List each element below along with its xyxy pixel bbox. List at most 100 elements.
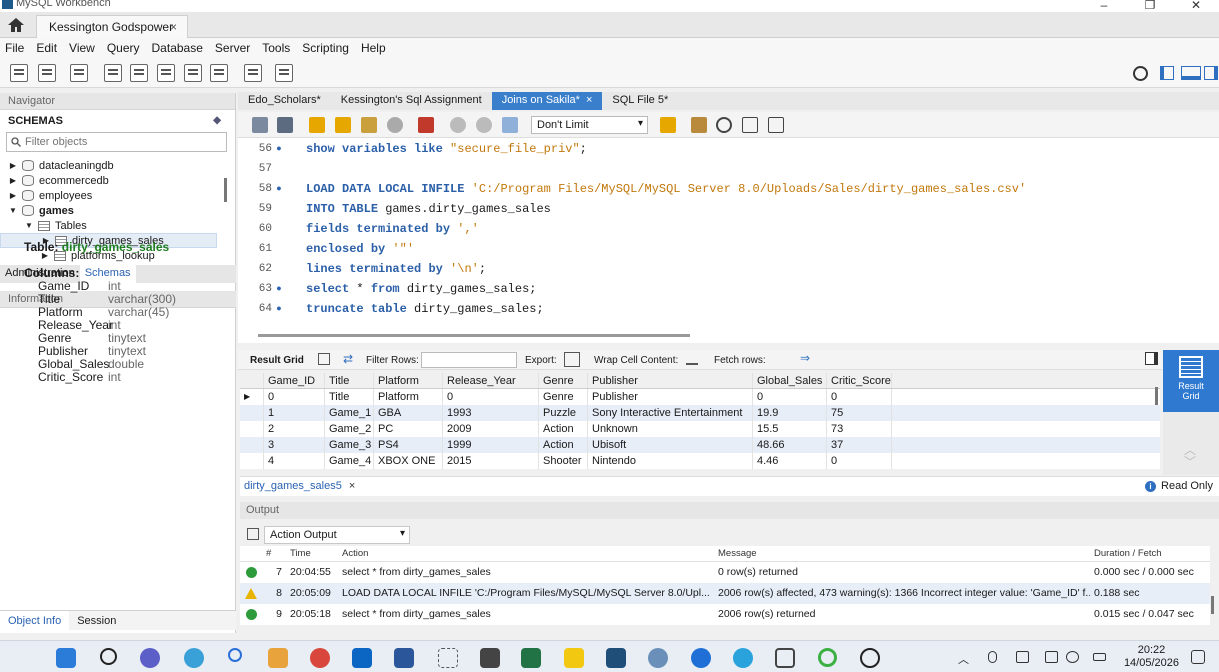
toggle-output-icon[interactable] (1181, 66, 1201, 80)
excel-icon[interactable] (521, 648, 541, 668)
grid-cell[interactable]: Game_3 (325, 437, 374, 453)
battery-icon[interactable] (1093, 653, 1106, 661)
grid-cell[interactable]: 19.9 (753, 405, 827, 421)
minimize-button[interactable]: – (1081, 0, 1127, 12)
grid-cell[interactable]: Action (539, 421, 588, 437)
close-icon[interactable]: × (349, 480, 355, 492)
grid-cell[interactable]: Platform (374, 389, 443, 405)
grid-cell[interactable]: PC (374, 421, 443, 437)
grid-view-icon[interactable] (318, 353, 330, 365)
output-row[interactable]: 7 20:04:55 select * from dirty_games_sales… (240, 562, 1210, 583)
clock[interactable]: 20:22 14/05/2026 (1124, 644, 1179, 670)
sql-tab[interactable]: Edo_Scholars* (238, 92, 331, 110)
chrome-icon[interactable] (310, 648, 330, 668)
code-line[interactable]: 58 ● LOAD DATA LOCAL INFILE 'C:/Program Fi… (238, 179, 1219, 199)
create-function-icon[interactable] (210, 64, 228, 82)
code-line[interactable]: 57 (238, 159, 1219, 179)
grid-cell[interactable]: 0 (753, 389, 827, 405)
grid-cell[interactable]: 1999 (443, 437, 539, 453)
execute-current-icon[interactable] (335, 117, 351, 133)
autocommit-icon[interactable] (502, 117, 518, 133)
create-schema-icon[interactable] (104, 64, 122, 82)
open-file-icon[interactable] (252, 117, 268, 133)
web-search-icon[interactable] (228, 648, 242, 662)
grid-cell[interactable]: 0 (264, 389, 325, 405)
menu-file[interactable]: File (5, 38, 30, 58)
rollback-icon[interactable] (476, 117, 492, 133)
result-grid[interactable]: Game_ID Title Platform Release_Year Genre Pub… (240, 373, 1160, 469)
output-vscrollbar[interactable] (1211, 596, 1214, 614)
grid-cell[interactable]: Unknown (588, 421, 753, 437)
table-row[interactable]: 3 Game_3 PS4 1999 Action Ubisoft 48.66 37 (240, 437, 1160, 453)
reconnect-icon[interactable] (275, 64, 293, 82)
tree-item[interactable]: ▶ datacleaningdb (0, 158, 217, 173)
new-sql-tab-icon[interactable] (10, 64, 28, 82)
grid-column-header[interactable]: Platform (374, 373, 443, 388)
menu-server[interactable]: Server (215, 38, 256, 58)
bluetooth-icon[interactable] (691, 648, 711, 668)
filter-rows-input[interactable] (421, 352, 517, 368)
output-column-header[interactable]: Message (714, 546, 1090, 561)
grid-cell[interactable]: 1 (264, 405, 325, 421)
code-line[interactable]: 63 ● select * from dirty_games_sales; (238, 279, 1219, 299)
create-procedure-icon[interactable] (184, 64, 202, 82)
mysql-workbench-icon[interactable] (648, 648, 668, 668)
sql-editor[interactable]: 56 ● show variables like "secure_file_priv… (238, 138, 1219, 343)
tree-item[interactable]: ▼ Tables (0, 218, 217, 233)
remote-desktop-icon[interactable] (775, 648, 795, 668)
code-line[interactable]: 56 ● show variables like "secure_file_priv… (238, 139, 1219, 159)
linkedin-icon[interactable] (352, 648, 372, 668)
collapsed-arrow-icon[interactable]: ▶ (8, 191, 18, 200)
grid-cell[interactable]: 0 (827, 453, 892, 469)
volume-icon[interactable] (1066, 651, 1079, 663)
commit-icon[interactable] (450, 117, 466, 133)
grid-cell[interactable]: Genre (539, 389, 588, 405)
grid-column-header[interactable]: Publisher (588, 373, 753, 388)
toggle-error-icon[interactable] (418, 117, 434, 133)
file-explorer-icon[interactable] (268, 648, 288, 668)
expanded-arrow-icon[interactable]: ▼ (24, 221, 34, 230)
grid-cell[interactable]: Ubisoft (588, 437, 753, 453)
tree-scrollbar[interactable] (224, 178, 227, 202)
sql-server-icon[interactable] (606, 648, 626, 668)
grid-cell[interactable]: Action (539, 437, 588, 453)
grid-cell[interactable]: GBA (374, 405, 443, 421)
grid-cell[interactable]: 0 (443, 389, 539, 405)
code-line[interactable]: 61 enclosed by '"' (238, 239, 1219, 259)
output-column-header[interactable]: # (262, 546, 286, 561)
menu-query[interactable]: Query (107, 38, 146, 58)
grid-column-header[interactable]: Global_Sales (753, 373, 827, 388)
tree-item[interactable]: ▶ ecommercedb (0, 173, 217, 188)
grid-cell[interactable]: 2 (264, 421, 325, 437)
tree-item[interactable]: ▶ employees (0, 188, 217, 203)
grid-cell[interactable]: Nintendo (588, 453, 753, 469)
fetch-rows-icon[interactable]: ⇒ (800, 351, 810, 365)
telegram-icon[interactable] (733, 648, 753, 668)
grid-cell[interactable]: 4.46 (753, 453, 827, 469)
grid-cell[interactable]: 48.66 (753, 437, 827, 453)
code-line[interactable]: 59 INTO TABLE games.dirty_games_sales (238, 199, 1219, 219)
grid-column-header[interactable]: Genre (539, 373, 588, 388)
word-icon[interactable] (394, 648, 414, 668)
word-wrap-icon[interactable] (768, 117, 784, 133)
menu-help[interactable]: Help (361, 38, 392, 58)
bookmark-icon[interactable] (660, 117, 676, 133)
collapsed-arrow-icon[interactable]: ▶ (8, 176, 18, 185)
keyboard-icon[interactable] (1016, 651, 1029, 663)
grid-column-header[interactable]: Game_ID (264, 373, 325, 388)
invisible-chars-icon[interactable] (742, 117, 758, 133)
output-type-select[interactable]: Action Output (264, 526, 410, 544)
tray-chevron-icon[interactable]: ︿ (958, 651, 969, 667)
snipping-icon[interactable] (438, 648, 458, 668)
wrap-cell-icon[interactable] (686, 353, 698, 365)
table-row[interactable]: 2 Game_2 PC 2009 Action Unknown 15.5 73 (240, 421, 1160, 437)
grid-cell[interactable]: 37 (827, 437, 892, 453)
chatgpt-icon[interactable] (860, 648, 880, 668)
expanded-arrow-icon[interactable]: ▼ (8, 206, 18, 215)
grid-cell[interactable]: Game_4 (325, 453, 374, 469)
code-line[interactable]: 64 ● truncate table dirty_games_sales; (238, 299, 1219, 319)
toggle-sidebar-icon[interactable] (1160, 66, 1174, 80)
grid-cell[interactable]: Game_2 (325, 421, 374, 437)
table-row[interactable]: 1 Game_1 GBA 1993 Puzzle Sony Interactive Ent… (240, 405, 1160, 421)
grid-cell[interactable]: 3 (264, 437, 325, 453)
